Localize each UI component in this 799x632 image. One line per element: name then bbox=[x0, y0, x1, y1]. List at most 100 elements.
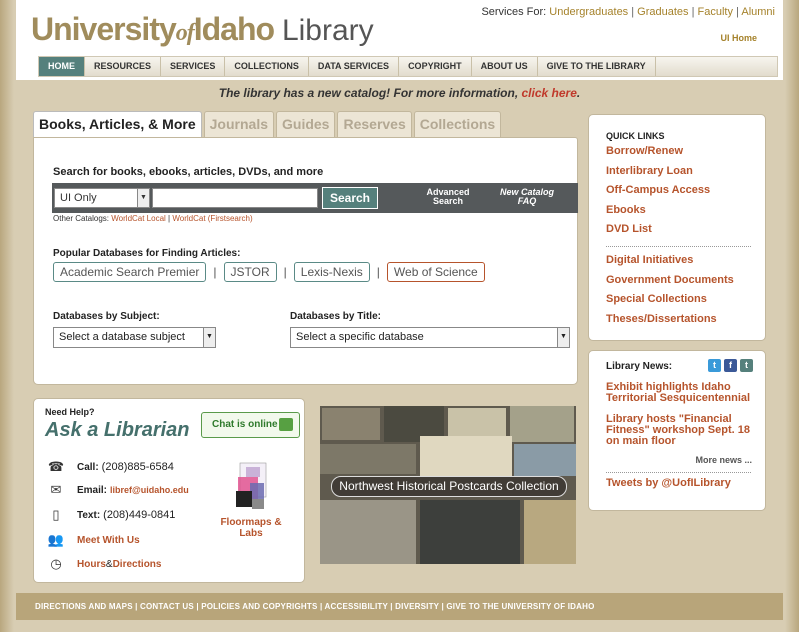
more-news-link[interactable]: More news ... bbox=[695, 455, 752, 465]
tab-collections[interactable]: Collections bbox=[413, 111, 502, 137]
meet-with-us-link[interactable]: Meet With Us bbox=[77, 535, 140, 546]
email-link[interactable]: libref@uidaho.edu bbox=[110, 485, 189, 495]
worldcat-local-link[interactable]: WorldCat Local bbox=[111, 214, 166, 223]
chat-bubble-icon bbox=[279, 418, 293, 431]
hours-link[interactable]: Hours bbox=[77, 559, 106, 570]
page: UniversityofIdaho Library Services For: … bbox=[0, 0, 799, 632]
footer-link-contact[interactable]: CONTACT US bbox=[140, 602, 194, 611]
nav-services[interactable]: SERVICES bbox=[161, 57, 226, 76]
search-input[interactable] bbox=[152, 188, 318, 208]
call-label: Call: bbox=[77, 461, 99, 473]
ui-home-link[interactable]: UI Home bbox=[720, 33, 757, 43]
contact-call: ☎ Call: (208)885-6584 bbox=[45, 458, 174, 476]
news-item[interactable]: Exhibit highlights Idaho Territorial Ses… bbox=[606, 382, 761, 404]
quick-link-theses-dissertations[interactable]: Theses/Dissertations bbox=[606, 313, 717, 325]
nav-collections[interactable]: COLLECTIONS bbox=[225, 57, 309, 76]
pipe-divider: | bbox=[213, 265, 217, 279]
advanced-search-link[interactable]: Advanced Search bbox=[424, 188, 472, 206]
call-value: (208)885-6584 bbox=[101, 461, 174, 473]
footer-link-directions[interactable]: DIRECTIONS AND MAPS bbox=[35, 602, 133, 611]
clock-icon: ◷ bbox=[50, 556, 62, 571]
logo-university: University bbox=[31, 11, 177, 47]
library-logo[interactable]: UniversityofIdaho Library bbox=[31, 11, 374, 48]
floormaps-labs-link[interactable]: Floormaps & Labs bbox=[219, 517, 283, 539]
popular-databases-label: Popular Databases for Finding Articles: bbox=[53, 248, 241, 259]
tab-journals[interactable]: Journals bbox=[203, 111, 274, 137]
nav-home[interactable]: HOME bbox=[39, 57, 85, 76]
floormap-icon[interactable] bbox=[232, 461, 272, 513]
footer: DIRECTIONS AND MAPS | CONTACT US | POLIC… bbox=[16, 593, 783, 620]
quick-link-off-campus-access[interactable]: Off-Campus Access bbox=[606, 184, 710, 196]
tab-guides[interactable]: Guides bbox=[276, 111, 336, 137]
postcard-image bbox=[510, 406, 574, 442]
people-icon: 👥 bbox=[47, 532, 65, 547]
postcard-image bbox=[320, 444, 416, 474]
chevron-down-icon: ▼ bbox=[557, 328, 569, 347]
services-link-faculty[interactable]: Faculty bbox=[698, 6, 733, 18]
pipe-divider: | bbox=[283, 265, 287, 279]
scope-select-value: UI Only bbox=[60, 192, 97, 204]
chat-label: Chat is online bbox=[212, 419, 278, 430]
db-jstor[interactable]: JSTOR bbox=[223, 262, 277, 282]
footer-link-accessibility[interactable]: ACCESSIBILITY bbox=[325, 602, 388, 611]
nav-data-services[interactable]: DATA SERVICES bbox=[309, 57, 400, 76]
library-news-panel: Library News: t f t Exhibit highlights I… bbox=[588, 350, 766, 511]
services-for-label: Services For: bbox=[481, 6, 547, 18]
tweets-link[interactable]: Tweets by @UofILibrary bbox=[606, 477, 731, 489]
footer-link-diversity[interactable]: DIVERSITY bbox=[395, 602, 439, 611]
database-title-select[interactable]: Select a specific database ▼ bbox=[290, 327, 570, 348]
footer-link-give[interactable]: GIVE TO THE UNIVERSITY OF IDAHO bbox=[446, 602, 594, 611]
news-item[interactable]: Library hosts "Financial Fitness" worksh… bbox=[606, 414, 761, 447]
services-link-alumni[interactable]: Alumni bbox=[741, 6, 775, 18]
postcard-image bbox=[514, 444, 576, 476]
services-link-graduates[interactable]: Graduates bbox=[637, 6, 688, 18]
scope-select[interactable]: UI Only ▼ bbox=[54, 188, 150, 208]
db-academic-search-premier[interactable]: Academic Search Premier bbox=[53, 262, 207, 282]
tumblr-icon[interactable]: t bbox=[740, 359, 753, 372]
new-catalog-faq-link[interactable]: New Catalog FAQ bbox=[492, 188, 562, 206]
chat-button[interactable]: Chat is online bbox=[201, 412, 300, 438]
nav-resources[interactable]: RESOURCES bbox=[85, 57, 162, 76]
quick-link-special-collections[interactable]: Special Collections bbox=[606, 293, 707, 305]
announcement-click-here-link[interactable]: click here bbox=[522, 86, 577, 100]
quick-links-title: QUICK LINKS bbox=[606, 131, 665, 141]
db-web-of-science[interactable]: Web of Science bbox=[386, 262, 485, 282]
chevron-down-icon: ▼ bbox=[203, 328, 215, 347]
search-tabs: Books, Articles, & More Journals Guides … bbox=[33, 111, 503, 138]
tab-reserves[interactable]: Reserves bbox=[337, 111, 412, 137]
database-subject-select[interactable]: Select a database subject ▼ bbox=[53, 327, 216, 348]
quick-link-borrow-renew[interactable]: Borrow/Renew bbox=[606, 145, 683, 157]
ask-librarian-heading[interactable]: Ask a Librarian bbox=[45, 419, 190, 442]
ask-librarian-panel: Need Help? Ask a Librarian Chat is onlin… bbox=[33, 398, 305, 583]
nav-give[interactable]: GIVE TO THE LIBRARY bbox=[538, 57, 656, 76]
contact-hours: ◷ Hours & Directions bbox=[45, 555, 161, 573]
directions-link[interactable]: Directions bbox=[113, 559, 162, 570]
hours-amp: & bbox=[105, 558, 113, 570]
quick-link-government-documents[interactable]: Government Documents bbox=[606, 274, 734, 286]
other-catalogs: Other Catalogs: WorldCat Local | WorldCa… bbox=[53, 214, 253, 223]
search-button[interactable]: Search bbox=[322, 187, 378, 209]
quick-link-ebooks[interactable]: Ebooks bbox=[606, 204, 646, 216]
postcard-image bbox=[420, 436, 512, 476]
quick-link-digital-initiatives[interactable]: Digital Initiatives bbox=[606, 254, 693, 266]
quick-link-interlibrary-loan[interactable]: Interlibrary Loan bbox=[606, 165, 693, 177]
nav-about-us[interactable]: ABOUT US bbox=[472, 57, 538, 76]
tab-books-articles[interactable]: Books, Articles, & More bbox=[33, 111, 202, 138]
announcement-text: The library has a new catalog! For more … bbox=[218, 86, 522, 100]
contact-meet: 👥 Meet With Us bbox=[45, 531, 140, 549]
databases-by-subject-label: Databases by Subject: bbox=[53, 311, 160, 322]
text-value: (208)449-0841 bbox=[103, 509, 176, 521]
postcards-collection-banner[interactable]: Northwest Historical Postcards Collectio… bbox=[320, 406, 576, 564]
other-catalogs-label: Other Catalogs: bbox=[53, 214, 110, 223]
library-news-title: Library News: bbox=[606, 361, 673, 372]
footer-link-policies[interactable]: POLICIES AND COPYRIGHTS bbox=[201, 602, 317, 611]
contact-text: ▯ Text: (208)449-0841 bbox=[45, 506, 175, 524]
db-lexis-nexis[interactable]: Lexis-Nexis bbox=[293, 262, 370, 282]
facebook-icon[interactable]: f bbox=[724, 359, 737, 372]
services-link-undergraduates[interactable]: Undergraduates bbox=[549, 6, 628, 18]
twitter-icon[interactable]: t bbox=[708, 359, 721, 372]
announcement-end: . bbox=[576, 86, 581, 100]
nav-copyright[interactable]: COPYRIGHT bbox=[399, 57, 472, 76]
worldcat-firstsearch-link[interactable]: WorldCat (Firstsearch) bbox=[172, 214, 252, 223]
quick-link-dvd-list[interactable]: DVD List bbox=[606, 223, 652, 235]
